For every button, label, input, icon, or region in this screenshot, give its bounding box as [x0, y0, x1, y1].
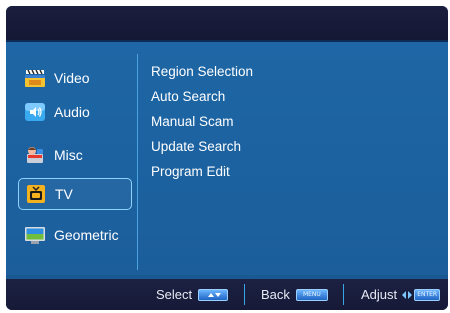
footer-bar: Select Back MENU Adjust ENTER	[6, 279, 448, 310]
sidebar-item-label: TV	[55, 186, 73, 202]
sidebar-item-label: Misc	[54, 147, 83, 163]
menu-item-region-selection[interactable]: Region Selection	[151, 64, 253, 79]
tv-icon	[25, 183, 47, 205]
misc-tools-icon	[24, 144, 46, 166]
footer-back-label: Back	[261, 287, 290, 302]
sidebar-item-label: Video	[54, 70, 90, 86]
footer-back: Back MENU	[261, 287, 328, 302]
arrow-keys-icon	[198, 288, 229, 301]
sidebar-item-audio[interactable]: Audio	[18, 97, 130, 127]
sidebar-item-misc[interactable]: Misc	[18, 140, 130, 170]
sidebar-item-tv[interactable]: TV	[18, 178, 132, 210]
footer-adjust: Adjust ENTER	[361, 287, 441, 302]
footer-select-label: Select	[156, 287, 193, 302]
left-right-arrows-icon	[402, 290, 413, 299]
menu-item-manual-scan[interactable]: Manual Scam	[151, 114, 234, 129]
menu-key-icon: MENU	[295, 288, 328, 301]
title-bar	[6, 6, 448, 42]
sidebar-item-geometric[interactable]: Geometric	[18, 220, 130, 250]
menu-item-program-edit[interactable]: Program Edit	[151, 164, 230, 179]
footer-separator	[343, 284, 344, 305]
film-clapper-icon	[24, 67, 46, 89]
speaker-icon	[24, 101, 46, 123]
column-divider	[137, 54, 138, 270]
footer-separator	[244, 284, 245, 305]
sidebar-item-label: Geometric	[54, 227, 119, 243]
monitor-geometry-icon	[24, 224, 46, 246]
footer-select: Select	[156, 287, 229, 302]
sidebar-item-video[interactable]: Video	[18, 63, 130, 93]
menu-panel: Video Audio Misc TV Geometric Region Sel…	[6, 42, 448, 275]
sidebar-item-label: Audio	[54, 104, 90, 120]
footer-adjust-label: Adjust	[361, 287, 398, 302]
enter-key-icon: ENTER	[414, 288, 441, 301]
osd-window: Video Audio Misc TV Geometric Region Sel…	[6, 6, 448, 310]
menu-item-auto-search[interactable]: Auto Search	[151, 89, 225, 104]
menu-item-update-search[interactable]: Update Search	[151, 139, 241, 154]
